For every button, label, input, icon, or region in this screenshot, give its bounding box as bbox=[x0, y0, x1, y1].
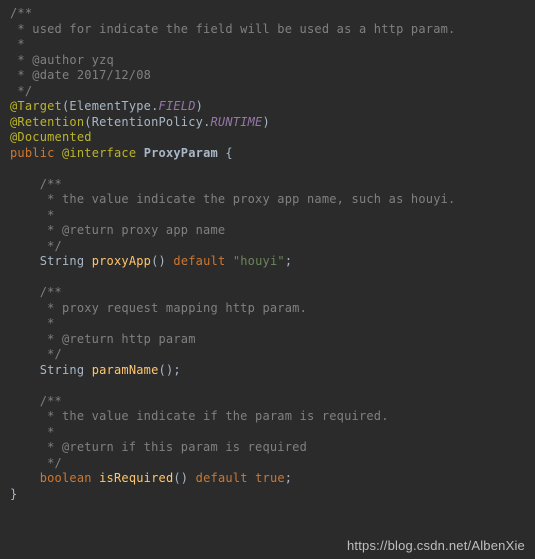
paren: ) bbox=[262, 115, 269, 129]
javadoc-line: * @return if this param is required bbox=[40, 440, 307, 454]
javadoc-line: /** bbox=[10, 6, 32, 20]
watermark-text: https://blog.csdn.net/AlbenXie bbox=[347, 538, 525, 554]
dot: . bbox=[203, 115, 210, 129]
enum-class: ElementType bbox=[69, 99, 151, 113]
keyword-interface: @interface bbox=[62, 146, 136, 160]
javadoc-line: * @return http param bbox=[40, 332, 196, 346]
parens: () bbox=[151, 254, 166, 268]
javadoc-line: * @date 2017/12/08 bbox=[10, 68, 151, 82]
javadoc-line: /** bbox=[40, 394, 62, 408]
javadoc-line: * bbox=[10, 37, 25, 51]
paren: ) bbox=[196, 99, 203, 113]
keyword-default: default bbox=[196, 471, 248, 485]
paren: ( bbox=[84, 115, 91, 129]
type-name: ProxyParam bbox=[144, 146, 218, 160]
brace-close: } bbox=[10, 487, 17, 501]
dot: . bbox=[151, 99, 158, 113]
annotation-documented: @Documented bbox=[10, 130, 92, 144]
code-editor[interactable]: /** * used for indicate the field will b… bbox=[0, 0, 535, 502]
annotation-retention: @Retention bbox=[10, 115, 84, 129]
javadoc-line: */ bbox=[40, 239, 62, 253]
javadoc-line: * @return proxy app name bbox=[40, 223, 226, 237]
javadoc-line: * bbox=[40, 425, 55, 439]
enum-constant: RUNTIME bbox=[211, 115, 263, 129]
method-isrequired: isRequired bbox=[99, 471, 173, 485]
javadoc-line: /** bbox=[40, 177, 62, 191]
return-type: String bbox=[40, 254, 85, 268]
javadoc-line: /** bbox=[40, 285, 62, 299]
javadoc-line: * @author yzq bbox=[10, 53, 114, 67]
javadoc-line: */ bbox=[40, 347, 62, 361]
boolean-literal: true bbox=[255, 471, 285, 485]
javadoc-line: * the value indicate the proxy app name,… bbox=[40, 192, 456, 206]
enum-class: RetentionPolicy bbox=[92, 115, 203, 129]
string-literal: "houyi" bbox=[233, 254, 285, 268]
annotation-target: @Target bbox=[10, 99, 62, 113]
return-type: String bbox=[40, 363, 85, 377]
brace-open: { bbox=[225, 146, 232, 160]
return-type: boolean bbox=[40, 471, 92, 485]
keyword-default: default bbox=[173, 254, 225, 268]
method-proxyapp: proxyApp bbox=[92, 254, 151, 268]
keyword-public: public bbox=[10, 146, 55, 160]
javadoc-line: * the value indicate if the param is req… bbox=[40, 409, 389, 423]
parens: () bbox=[159, 363, 174, 377]
javadoc-line: * proxy request mapping http param. bbox=[40, 301, 307, 315]
method-paramname: paramName bbox=[92, 363, 159, 377]
semicolon: ; bbox=[173, 363, 180, 377]
javadoc-line: * bbox=[40, 316, 55, 330]
semicolon: ; bbox=[285, 254, 292, 268]
javadoc-line: * bbox=[40, 208, 55, 222]
parens: () bbox=[173, 471, 188, 485]
javadoc-line: * used for indicate the field will be us… bbox=[10, 22, 455, 36]
semicolon: ; bbox=[285, 471, 292, 485]
javadoc-line: */ bbox=[10, 84, 32, 98]
javadoc-line: */ bbox=[40, 456, 62, 470]
enum-constant: FIELD bbox=[159, 99, 196, 113]
